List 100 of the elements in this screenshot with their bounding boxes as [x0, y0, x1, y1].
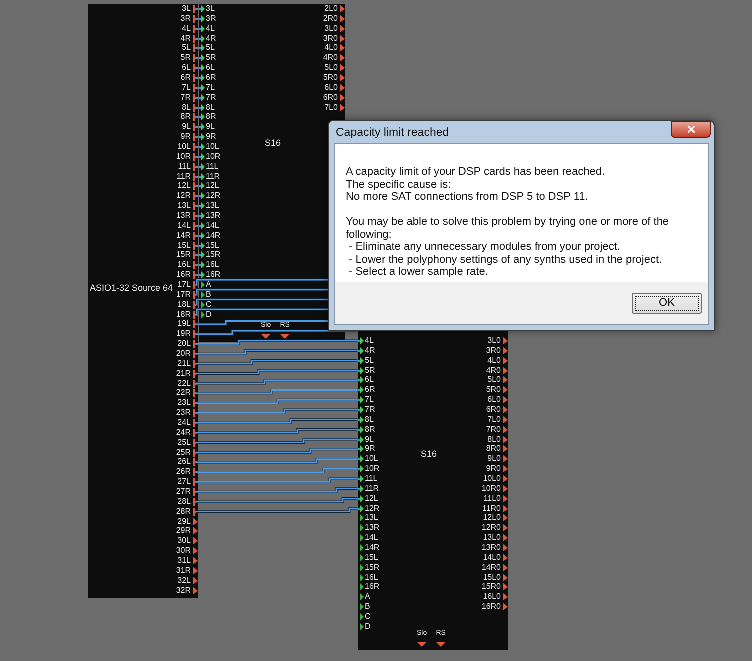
output-port-icon[interactable] — [193, 586, 198, 595]
input-port-icon[interactable] — [358, 336, 364, 345]
input-port-icon[interactable] — [358, 465, 364, 474]
output-port-icon[interactable] — [193, 498, 198, 506]
input-port-icon[interactable] — [358, 416, 364, 424]
input-port-icon[interactable] — [358, 574, 364, 582]
output-port-icon[interactable] — [193, 419, 198, 428]
output-port-icon[interactable] — [193, 488, 198, 496]
output-port-icon[interactable] — [193, 162, 198, 171]
output-port-icon[interactable] — [193, 113, 198, 122]
input-port-icon[interactable] — [199, 271, 205, 280]
output-port-icon[interactable] — [193, 212, 198, 220]
input-port-icon[interactable] — [358, 534, 364, 542]
input-port-icon[interactable] — [358, 504, 364, 513]
input-port-icon[interactable] — [358, 622, 364, 631]
output-port-icon[interactable] — [193, 537, 198, 546]
output-port-icon[interactable] — [193, 271, 198, 280]
input-port-icon[interactable] — [358, 455, 364, 464]
output-port-icon[interactable] — [193, 360, 198, 368]
input-port-icon[interactable] — [199, 142, 205, 151]
output-port-icon[interactable] — [193, 428, 198, 437]
input-port-icon[interactable] — [199, 84, 205, 92]
output-port-icon[interactable] — [193, 557, 198, 566]
input-port-icon[interactable] — [358, 346, 364, 355]
output-port-icon[interactable] — [193, 14, 198, 23]
output-port-icon[interactable] — [193, 4, 198, 13]
output-port-icon[interactable] — [193, 44, 198, 52]
input-port-icon[interactable] — [199, 34, 205, 42]
input-port-icon[interactable] — [358, 564, 364, 572]
ok-button[interactable]: OK — [632, 292, 702, 314]
input-port-icon[interactable] — [199, 202, 205, 210]
output-port-icon[interactable] — [193, 34, 198, 42]
input-port-icon[interactable] — [358, 474, 364, 483]
output-port-icon[interactable] — [193, 320, 198, 328]
input-port-icon[interactable] — [199, 192, 205, 200]
output-port-icon[interactable] — [193, 310, 198, 319]
input-port-icon[interactable] — [199, 182, 205, 190]
input-port-icon[interactable] — [358, 524, 364, 532]
output-port-icon[interactable] — [193, 350, 198, 358]
output-port-icon[interactable] — [193, 84, 198, 92]
input-port-icon[interactable] — [358, 376, 364, 384]
input-port-icon[interactable] — [358, 612, 364, 621]
output-port-icon[interactable] — [193, 508, 198, 516]
input-port-icon[interactable] — [199, 94, 205, 102]
output-port-icon[interactable] — [193, 152, 198, 161]
output-port-icon[interactable] — [193, 518, 198, 526]
output-port-icon[interactable] — [193, 222, 198, 230]
output-port-icon[interactable] — [193, 133, 198, 142]
output-port-icon[interactable] — [193, 380, 198, 388]
output-port-icon[interactable] — [193, 74, 198, 82]
input-port-icon[interactable] — [199, 261, 205, 270]
input-port-icon[interactable] — [358, 593, 364, 602]
input-port-icon[interactable] — [358, 426, 364, 434]
output-port-icon[interactable] — [193, 24, 198, 33]
output-port-icon[interactable] — [193, 468, 198, 476]
output-port-icon[interactable] — [193, 242, 198, 250]
input-port-icon[interactable] — [199, 152, 205, 161]
output-port-icon[interactable] — [193, 64, 198, 72]
output-port-icon[interactable] — [193, 104, 198, 112]
input-port-icon[interactable] — [358, 386, 364, 394]
output-port-icon[interactable] — [193, 290, 198, 299]
output-port-icon[interactable] — [193, 478, 198, 486]
control-port-icon[interactable] — [261, 334, 272, 339]
input-port-icon[interactable] — [358, 554, 364, 562]
input-port-icon[interactable] — [358, 583, 364, 592]
output-port-icon[interactable] — [193, 123, 198, 132]
input-port-icon[interactable] — [199, 104, 205, 112]
input-port-icon[interactable] — [358, 603, 364, 612]
input-port-icon[interactable] — [358, 436, 364, 444]
output-port-icon[interactable] — [193, 448, 198, 457]
output-port-icon[interactable] — [193, 280, 198, 289]
output-port-icon[interactable] — [193, 458, 198, 466]
close-button[interactable] — [671, 121, 711, 138]
input-port-icon[interactable] — [199, 24, 205, 33]
input-port-icon[interactable] — [358, 494, 364, 503]
input-port-icon[interactable] — [199, 242, 205, 250]
control-port-icon[interactable] — [280, 334, 290, 339]
input-port-icon[interactable] — [199, 113, 205, 122]
input-port-icon[interactable] — [358, 544, 364, 552]
input-port-icon[interactable] — [199, 162, 205, 171]
control-port-icon[interactable] — [417, 642, 428, 647]
input-port-icon[interactable] — [199, 133, 205, 142]
input-port-icon[interactable] — [199, 44, 205, 52]
output-port-icon[interactable] — [193, 527, 198, 536]
output-port-icon[interactable] — [193, 409, 198, 418]
input-port-icon[interactable] — [199, 123, 205, 132]
input-port-icon[interactable] — [358, 396, 364, 404]
input-port-icon[interactable] — [358, 366, 364, 374]
output-port-icon[interactable] — [193, 232, 198, 240]
input-port-icon[interactable] — [358, 356, 364, 365]
output-port-icon[interactable] — [193, 438, 198, 447]
output-port-icon[interactable] — [193, 330, 198, 338]
output-port-icon[interactable] — [193, 251, 198, 260]
input-port-icon[interactable] — [199, 64, 205, 72]
output-port-icon[interactable] — [193, 172, 198, 181]
input-port-icon[interactable] — [358, 514, 364, 522]
input-port-icon[interactable] — [199, 4, 205, 13]
output-port-icon[interactable] — [193, 566, 198, 575]
output-port-icon[interactable] — [193, 370, 198, 378]
output-port-icon[interactable] — [193, 389, 198, 398]
